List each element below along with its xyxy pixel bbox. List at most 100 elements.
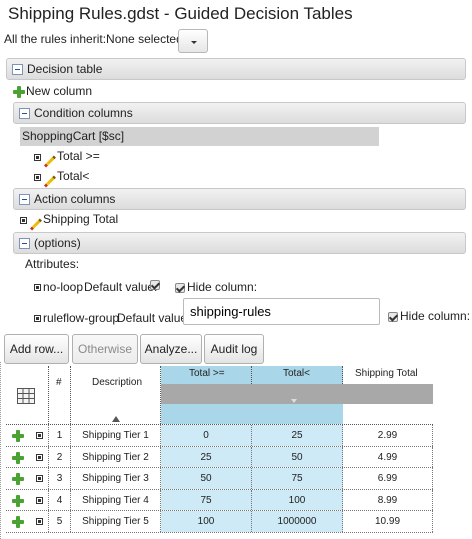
row-shipping-total[interactable]: 8.99: [343, 489, 433, 510]
row-shipping-total-value: 4.99: [377, 451, 398, 463]
delete-row-icon[interactable]: [36, 432, 43, 439]
delete-row-icon[interactable]: [36, 496, 43, 504]
row-description-value: Shipping Tier 3: [82, 473, 149, 484]
decision-table-label: Decision table: [27, 62, 103, 76]
row-shipping-total-value: 10.99: [374, 516, 401, 527]
delete-row-icon[interactable]: [36, 518, 43, 525]
condition-columns-section[interactable]: Condition columns: [13, 102, 466, 124]
row-total-lt[interactable]: 25: [252, 425, 343, 446]
row-shipping-total[interactable]: 10.99: [343, 511, 433, 532]
no-loop-hide-checkbox[interactable]: [175, 283, 185, 293]
select-icon: [34, 174, 41, 181]
row-description[interactable]: Shipping Tier 4: [71, 489, 161, 510]
collapse-icon[interactable]: [12, 64, 23, 75]
header-description[interactable]: Description: [71, 366, 161, 424]
ruleflow-group-hide-label: Hide column:: [400, 309, 471, 323]
table-row[interactable]: 3 Shipping Tier 3 50 75 6.99: [6, 468, 433, 490]
row-total-gte[interactable]: 25: [161, 446, 252, 467]
row-shipping-total[interactable]: 6.99: [343, 468, 433, 489]
row-total-gte[interactable]: 50: [161, 468, 252, 489]
sort-up-icon: [112, 411, 120, 425]
row-controls: [6, 468, 49, 489]
pencil-icon[interactable]: [29, 218, 42, 231]
condition-label: Total >=: [57, 149, 100, 163]
row-number-value: 4: [56, 494, 63, 506]
row-total-lt-value: 100: [288, 494, 306, 506]
delete-row-icon[interactable]: [36, 453, 43, 461]
pencil-icon[interactable]: [43, 155, 56, 168]
header-shipping-total[interactable]: Shipping Total: [343, 366, 433, 384]
row-shipping-total[interactable]: 4.99: [343, 446, 433, 467]
row-description[interactable]: Shipping Tier 5: [71, 511, 161, 532]
condition-item[interactable]: Total<: [34, 169, 174, 188]
row-total-gte-value: 50: [200, 473, 212, 484]
chevron-down-icon: [191, 41, 197, 44]
ruleflow-group-hide-checkbox[interactable]: [388, 312, 398, 322]
row-description[interactable]: Shipping Tier 1: [71, 425, 161, 446]
row-total-lt[interactable]: 50: [252, 446, 343, 467]
audit-log-button[interactable]: Audit log: [204, 334, 264, 364]
action-item[interactable]: Shipping Total: [20, 212, 160, 231]
header-total-gte-label: Total >=: [189, 368, 225, 379]
pattern-row[interactable]: ShoppingCart [$sc]: [20, 127, 379, 146]
action-columns-section[interactable]: Action columns: [13, 188, 466, 210]
header-total-gte[interactable]: Total >=: [161, 366, 252, 384]
condition-item[interactable]: Total >=: [34, 149, 174, 168]
table-row[interactable]: 2 Shipping Tier 2 25 50 4.99: [6, 446, 433, 468]
row-total-lt[interactable]: 75: [252, 468, 343, 489]
collapse-icon[interactable]: [19, 108, 30, 119]
attributes-label: Attributes:: [25, 257, 80, 271]
row-description[interactable]: Shipping Tier 3: [71, 468, 161, 489]
row-total-lt-value: 1000000: [277, 516, 317, 527]
table-row[interactable]: 1 Shipping Tier 1 0 25 2.99: [6, 425, 433, 447]
decision-table-section[interactable]: Decision table: [6, 58, 466, 80]
otherwise-button[interactable]: Otherwise: [72, 334, 138, 364]
row-controls: [6, 511, 49, 532]
ruleflow-group-default-label: Default value:: [117, 311, 191, 325]
collapse-icon[interactable]: [19, 194, 30, 205]
row-number[interactable]: 2: [49, 446, 71, 467]
pattern-label: ShoppingCart [$sc]: [22, 129, 125, 143]
options-section[interactable]: (options): [13, 232, 466, 254]
delete-row-icon[interactable]: [36, 475, 43, 482]
add-row-icon[interactable]: [12, 430, 24, 442]
pattern-header-bar[interactable]: [161, 384, 433, 404]
row-number[interactable]: 3: [49, 468, 71, 489]
add-row-icon[interactable]: [12, 494, 24, 507]
row-total-gte[interactable]: 100: [161, 511, 252, 532]
header-total-lt-label: Total<: [283, 368, 310, 379]
row-number[interactable]: 5: [49, 511, 71, 532]
row-shipping-total[interactable]: 2.99: [343, 425, 433, 446]
add-row-icon[interactable]: [12, 516, 24, 528]
row-total-lt[interactable]: 100: [252, 489, 343, 510]
add-row-icon[interactable]: [12, 451, 24, 464]
row-description-value: Shipping Tier 4: [82, 494, 149, 506]
table-row[interactable]: 5 Shipping Tier 5 100 1000000 10.99: [6, 511, 433, 533]
action-label: Shipping Total: [43, 212, 119, 226]
ruleflow-group-value-input[interactable]: [183, 298, 380, 325]
pencil-icon[interactable]: [43, 175, 56, 188]
header-num: #: [49, 366, 71, 424]
row-description[interactable]: Shipping Tier 2: [71, 446, 161, 467]
collapse-icon[interactable]: [19, 238, 30, 249]
inherit-label: All the rules inherit:: [4, 32, 107, 46]
row-total-gte[interactable]: 75: [161, 489, 252, 510]
row-total-gte[interactable]: 0: [161, 425, 252, 446]
add-row-button[interactable]: Add row...: [4, 334, 69, 364]
row-controls: [6, 446, 49, 467]
analyze-button[interactable]: Analyze...: [140, 334, 202, 364]
inherit-dropdown-button[interactable]: [178, 29, 208, 53]
condition-label: Total<: [57, 169, 90, 183]
add-row-icon[interactable]: [12, 473, 24, 485]
header-total-lt[interactable]: Total<: [252, 366, 343, 384]
column-config-icon[interactable]: [17, 388, 35, 404]
row-number[interactable]: 1: [49, 425, 71, 446]
no-loop-default-checkbox[interactable]: [150, 280, 160, 290]
row-number[interactable]: 4: [49, 489, 71, 510]
header-shipping-total-label: Shipping Total: [355, 368, 418, 379]
new-column-link[interactable]: New column: [13, 84, 133, 100]
row-total-lt[interactable]: 1000000: [252, 511, 343, 532]
new-column-label: New column: [26, 84, 93, 98]
grid-corner: [6, 366, 49, 424]
table-row[interactable]: 4 Shipping Tier 4 75 100 8.99: [6, 489, 433, 511]
